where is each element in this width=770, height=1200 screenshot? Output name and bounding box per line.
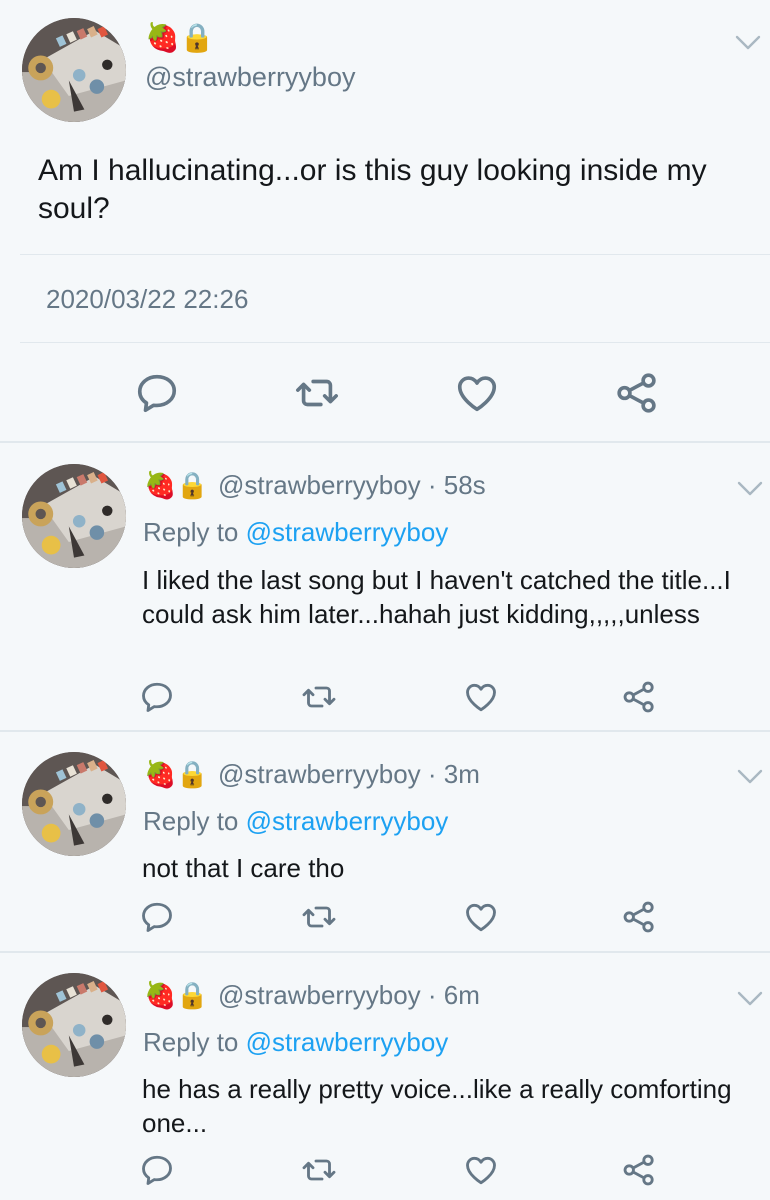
divider xyxy=(0,951,770,953)
chevron-down-icon[interactable] xyxy=(736,990,764,1008)
reply-text: I liked the last song but I haven't catc… xyxy=(142,565,731,629)
chevron-down-icon[interactable] xyxy=(736,480,764,498)
reply-to-link[interactable]: @strawberryyboy xyxy=(246,1027,449,1057)
reply-icon[interactable] xyxy=(139,679,175,715)
reply-header: 🍓🔒 @strawberryyboy · 6m xyxy=(144,978,480,1013)
name-emojis: 🍓🔒 xyxy=(145,21,215,54)
retweet-icon[interactable] xyxy=(301,899,337,935)
divider xyxy=(20,342,770,343)
reply-to-link[interactable]: @strawberryyboy xyxy=(246,517,449,547)
retweet-icon[interactable] xyxy=(294,370,340,416)
reply-time: · 6m xyxy=(420,980,480,1010)
avatar[interactable] xyxy=(22,18,126,122)
chevron-down-icon[interactable] xyxy=(734,34,762,52)
main-tweet: 🍓🔒 @strawberryyboy Am I hallucinating...… xyxy=(0,0,770,442)
share-icon[interactable] xyxy=(621,679,657,715)
reply-to-label: Reply to xyxy=(143,806,246,836)
username-handle[interactable]: @strawberryyboy xyxy=(218,980,421,1010)
like-icon[interactable] xyxy=(463,679,499,715)
reply-text: not that I care tho xyxy=(142,853,345,883)
reply-icon[interactable] xyxy=(134,370,180,416)
like-icon[interactable] xyxy=(454,370,500,416)
reply-icon[interactable] xyxy=(139,1152,175,1188)
tweet-timestamp: 2020/03/22 22:26 xyxy=(46,284,249,314)
divider xyxy=(20,254,770,255)
retweet-icon[interactable] xyxy=(301,1152,337,1188)
reply-to-label: Reply to xyxy=(143,517,246,547)
divider xyxy=(0,441,770,443)
reply-to-link[interactable]: @strawberryyboy xyxy=(246,806,449,836)
name-emojis: 🍓🔒 xyxy=(144,760,209,790)
name-emojis: 🍓🔒 xyxy=(144,981,209,1011)
name-emojis: 🍓🔒 xyxy=(144,471,209,501)
like-icon[interactable] xyxy=(463,1152,499,1188)
username-handle[interactable]: @strawberryyboy xyxy=(218,759,421,789)
reply-to-label: Reply to xyxy=(143,1027,246,1057)
divider xyxy=(0,730,770,732)
reply-time: · 3m xyxy=(420,759,480,789)
reply-header: 🍓🔒 @strawberryyboy · 3m xyxy=(144,757,480,792)
tweet-text: Am I hallucinating...or is this guy look… xyxy=(38,154,707,225)
share-icon[interactable] xyxy=(621,1152,657,1188)
reply-text: he has a really pretty voice...like a re… xyxy=(142,1074,732,1138)
avatar[interactable] xyxy=(22,464,126,568)
share-icon[interactable] xyxy=(614,370,660,416)
avatar[interactable] xyxy=(22,752,126,856)
share-icon[interactable] xyxy=(621,899,657,935)
reply-to-line: Reply to @strawberryyboy xyxy=(143,806,448,837)
reply-header: 🍓🔒 @strawberryyboy · 58s xyxy=(144,468,486,503)
username-handle[interactable]: @strawberryyboy xyxy=(218,470,421,500)
avatar[interactable] xyxy=(22,973,126,1077)
like-icon[interactable] xyxy=(463,899,499,935)
reply-icon[interactable] xyxy=(139,899,175,935)
reply-to-line: Reply to @strawberryyboy xyxy=(143,517,448,548)
reply-to-line: Reply to @strawberryyboy xyxy=(143,1027,448,1058)
reply-time: · 58s xyxy=(420,470,486,500)
chevron-down-icon[interactable] xyxy=(736,768,764,786)
username-handle[interactable]: @strawberryyboy xyxy=(145,62,355,93)
retweet-icon[interactable] xyxy=(301,679,337,715)
